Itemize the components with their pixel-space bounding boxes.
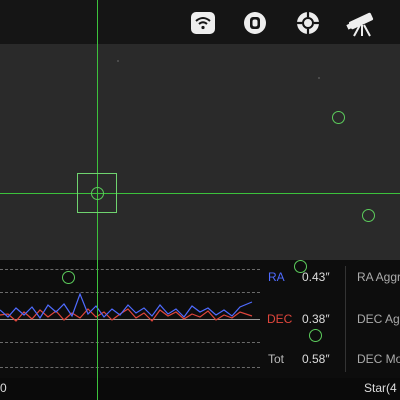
- dec-label: DEC: [267, 312, 293, 326]
- dec-aggressiveness-label[interactable]: DEC Ag: [357, 312, 400, 326]
- ra-series-line: [0, 292, 253, 320]
- camera-view[interactable]: [0, 44, 400, 260]
- camera-connect-icon[interactable]: [242, 10, 268, 36]
- stats-separator: [345, 266, 346, 372]
- dec-mode-label[interactable]: DEC Mo: [357, 352, 400, 366]
- star-circle[interactable]: [62, 271, 75, 284]
- star-speck: [117, 60, 119, 62]
- telescope-icon[interactable]: [344, 10, 378, 37]
- status-bar: 0 Star(4: [0, 378, 400, 400]
- wifi-icon[interactable]: [190, 10, 216, 36]
- tot-label: Tot: [268, 352, 285, 366]
- ra-aggressiveness-label[interactable]: RA Aggr: [357, 270, 400, 284]
- star-speck: [318, 77, 320, 79]
- footer-left-value: 0: [0, 381, 7, 395]
- top-toolbar: [0, 0, 400, 44]
- ra-label: RA: [268, 270, 285, 284]
- graph-plot: [0, 292, 253, 322]
- ra-value: 0.43″: [302, 270, 330, 284]
- crosshair-horizontal: [0, 193, 400, 194]
- star-circle[interactable]: [309, 329, 322, 342]
- tot-value: 0.58″: [302, 352, 330, 366]
- star-circle[interactable]: [294, 260, 307, 273]
- star-status: Star(4: [364, 381, 397, 395]
- star-circle[interactable]: [362, 209, 375, 222]
- star-circle[interactable]: [332, 111, 345, 124]
- guide-graph: [0, 260, 400, 378]
- dec-value: 0.38″: [302, 312, 330, 326]
- guide-star-marker[interactable]: [91, 187, 104, 200]
- target-icon[interactable]: [295, 10, 321, 36]
